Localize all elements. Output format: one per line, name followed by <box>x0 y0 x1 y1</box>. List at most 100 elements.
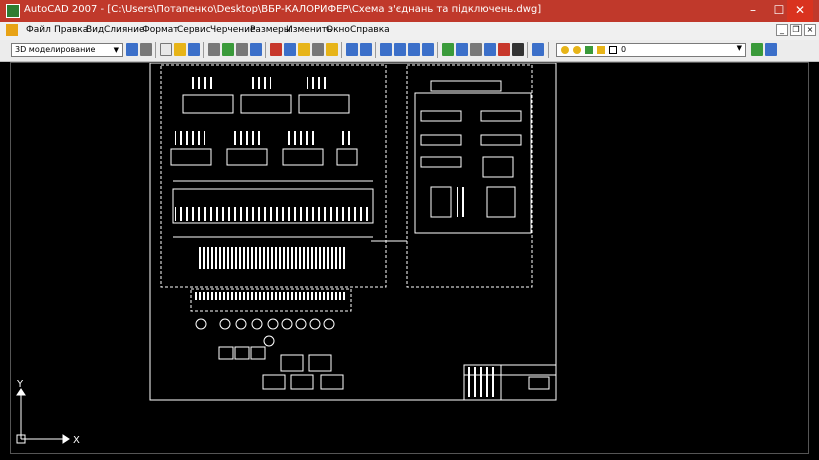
layer-color-swatch <box>609 46 617 54</box>
layer-plot-icon <box>597 46 605 54</box>
doc-restore-button[interactable]: ❐ <box>790 24 802 36</box>
layer-previous-icon[interactable] <box>765 43 777 56</box>
ucs-x-label: X <box>73 435 80 446</box>
paste-icon[interactable] <box>298 43 310 56</box>
ctrl-terminals <box>457 187 465 217</box>
redo-icon[interactable] <box>360 43 372 56</box>
motor-block-3 <box>262 374 286 390</box>
design-center-icon[interactable] <box>456 43 468 56</box>
chevron-down-icon: ▼ <box>736 44 742 52</box>
sensor-5 <box>267 318 279 330</box>
external-terminals <box>195 292 347 300</box>
close-button[interactable]: ✕ <box>787 0 813 22</box>
sheet-border <box>149 62 557 401</box>
toolbar-separator <box>527 42 528 58</box>
terminal-mid-3 <box>287 131 317 145</box>
make-object-layer-current-icon[interactable] <box>751 43 763 56</box>
save-file-icon[interactable] <box>188 43 200 56</box>
sensor-6 <box>281 318 293 330</box>
undo-icon[interactable] <box>346 43 358 56</box>
sensor-4 <box>251 318 263 330</box>
terminal-top-3 <box>307 77 329 89</box>
sensor-7 <box>295 318 307 330</box>
module-a3 <box>298 94 350 114</box>
title-block-logo <box>528 376 550 390</box>
ucs-x-arrow <box>62 434 70 444</box>
control-panel <box>414 92 532 234</box>
ctrl-block-a <box>430 186 452 218</box>
toolbar-separator <box>548 42 549 58</box>
title-bar[interactable]: AutoCAD 2007 - [C:\Users\Потапенко\Deskt… <box>0 0 819 22</box>
menu-edit[interactable]: Правка <box>54 25 88 35</box>
etransmit-icon[interactable] <box>250 43 262 56</box>
drawing-svg: Y X <box>16 62 557 446</box>
help-icon[interactable] <box>532 43 544 56</box>
sensor-9 <box>323 318 335 330</box>
toolbar-separator <box>341 42 342 58</box>
ctrl-row-3a <box>420 156 462 168</box>
ctrl-row-1a <box>420 110 462 122</box>
ctrl-header <box>430 80 502 92</box>
menu-merge[interactable]: Слияние <box>104 25 145 35</box>
relay-row <box>175 207 371 221</box>
calculator-icon[interactable] <box>512 43 524 56</box>
copy-icon[interactable] <box>284 43 296 56</box>
toolbar-separator <box>265 42 266 58</box>
plot-preview-icon[interactable] <box>222 43 234 56</box>
zoom-realtime-icon[interactable] <box>394 43 406 56</box>
toolbar-separator <box>375 42 376 58</box>
drawing-canvas[interactable]: Y X <box>10 62 809 454</box>
menu-help[interactable]: Справка <box>350 25 390 35</box>
sensor-8 <box>309 318 321 330</box>
workspace-settings-icon[interactable] <box>126 43 138 56</box>
markup-icon[interactable] <box>498 43 510 56</box>
toolbar-separator <box>203 42 204 58</box>
layer-freeze-icon <box>573 46 581 54</box>
menu-view[interactable]: Вид <box>86 25 104 35</box>
menu-format[interactable]: Формат <box>142 25 179 35</box>
module-b2 <box>226 148 268 166</box>
module-a2 <box>240 94 292 114</box>
zoom-previous-icon[interactable] <box>422 43 434 56</box>
menu-bar: Файл Правка Вид Слияние Формат Сервис Че… <box>0 22 819 41</box>
minimize-button[interactable]: – <box>740 0 766 22</box>
motor-block-5 <box>320 374 344 390</box>
new-file-icon[interactable] <box>160 43 172 56</box>
autocad-app-icon[interactable] <box>6 4 20 18</box>
menu-file[interactable]: Файл <box>26 25 51 35</box>
ctrl-row-2b <box>480 134 522 146</box>
pan-icon[interactable] <box>380 43 392 56</box>
match-properties-icon[interactable] <box>312 43 324 56</box>
tool-palettes-icon[interactable] <box>470 43 482 56</box>
menu-tools[interactable]: Сервис <box>177 25 211 35</box>
layer-dropdown[interactable]: 0 ▼ <box>556 43 746 57</box>
terminal-mid-1 <box>175 131 205 145</box>
open-file-icon[interactable] <box>174 43 186 56</box>
menu-dimension[interactable]: Размеры <box>250 25 291 35</box>
document-menu-icon[interactable] <box>6 24 18 36</box>
sensor-10 <box>263 335 275 347</box>
terminal-strip <box>197 247 347 269</box>
doc-close-button[interactable]: × <box>804 24 816 36</box>
motor-block-1 <box>280 354 304 372</box>
layer-lock-icon <box>585 46 593 54</box>
toolbar-separator <box>437 42 438 58</box>
zoom-window-icon[interactable] <box>408 43 420 56</box>
print-icon[interactable] <box>208 43 220 56</box>
ucs-y-label: Y <box>16 379 24 390</box>
workspace-lock-icon[interactable] <box>140 43 152 56</box>
properties-icon[interactable] <box>442 43 454 56</box>
autocad-window: AutoCAD 2007 - [C:\Users\Потапенко\Deskt… <box>0 0 819 460</box>
cut-icon[interactable] <box>270 43 282 56</box>
doc-minimize-button[interactable]: _ <box>776 24 788 36</box>
publish-icon[interactable] <box>236 43 248 56</box>
layer-on-icon <box>561 46 569 54</box>
menu-draw[interactable]: Черчение <box>210 25 256 35</box>
block-editor-icon[interactable] <box>326 43 338 56</box>
workspace-dropdown[interactable]: 3D моделирование ▼ <box>11 43 123 57</box>
sheet-set-icon[interactable] <box>484 43 496 56</box>
motor-block-2 <box>308 354 332 372</box>
menu-window[interactable]: Окно <box>326 25 350 35</box>
actuator-3 <box>250 346 266 360</box>
module-a1 <box>182 94 234 114</box>
